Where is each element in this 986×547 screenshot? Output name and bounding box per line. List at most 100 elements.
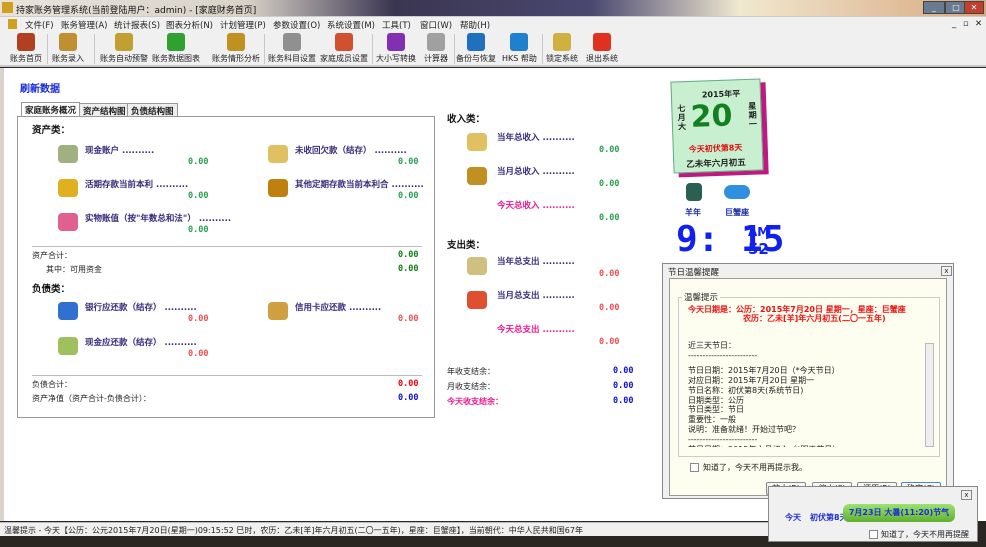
- expense-item-value: 0.00: [599, 337, 620, 347]
- income-item-value: 0.00: [599, 145, 620, 155]
- asset-item-label: 现金账户 ..........: [85, 146, 155, 156]
- tips-group-label: 温馨提示: [682, 291, 721, 303]
- liability-item-value: 0.00: [188, 349, 209, 359]
- tab-asset-structure[interactable]: 资产结构图: [79, 103, 130, 117]
- calendar-festival: 今天初伏第8天: [688, 143, 743, 154]
- money-bag-icon: [227, 33, 245, 51]
- refresh-data-link[interactable]: 刷新数据: [20, 80, 60, 95]
- asset-total-label: 资产合计：: [32, 251, 72, 260]
- festival-text-line: 节日类型：节日: [688, 405, 744, 415]
- fork-knife-icon: [283, 33, 301, 51]
- toolbar-button-help[interactable]: HKS 帮助: [502, 33, 537, 64]
- balance-value: 0.00: [613, 366, 634, 376]
- balance-label: 今天收支结余：: [447, 397, 503, 406]
- toast-close-button[interactable]: x: [961, 490, 972, 500]
- dialog-body: 温馨提示 今天日期是：公历：2015年7月20日 星期一，星座：巨蟹座 农历：乙…: [669, 278, 947, 496]
- clock-seconds: 52: [748, 240, 769, 258]
- status-bar: 温馨提示 - 今天【公历：公元2015年7月20日(星期一)09:15:52 巳…: [0, 522, 770, 536]
- close-button[interactable]: ✕: [964, 1, 984, 14]
- liability-item-icon: [58, 337, 78, 355]
- liability-item-icon: [268, 302, 288, 320]
- dialog-close-button[interactable]: x: [941, 266, 952, 276]
- income-heading: 收入类：: [447, 114, 486, 125]
- menu-account[interactable]: 账务管理(A): [61, 19, 107, 31]
- toolbar-button-lock[interactable]: 锁定系统: [546, 33, 578, 64]
- asset-item-icon: [268, 179, 288, 197]
- mdi-close-button[interactable]: ✕: [975, 19, 982, 29]
- expense-item-value: 0.00: [599, 303, 620, 313]
- status-text: 温馨提示 - 今天【公历：公元2015年7月20日(星期一)09:15:52 巳…: [4, 526, 583, 535]
- income-item-label: 当年总收入 ..........: [497, 133, 575, 143]
- balance-label: 月收支结余：: [447, 382, 495, 391]
- toolbar-button-home[interactable]: 账务首页: [10, 33, 42, 64]
- menu-report[interactable]: 统计报表(S): [114, 19, 160, 31]
- toolbar-button-label: 家庭成员设置: [320, 54, 368, 63]
- calendar-weekday: 星期一: [748, 101, 758, 129]
- expense-heading: 支出类：: [447, 240, 486, 251]
- mdi-restore-button[interactable]: ▫: [963, 19, 969, 29]
- asset-item-value: 0.00: [188, 191, 209, 201]
- asset-item-value: 0.00: [188, 225, 209, 235]
- toolbar-button-convert[interactable]: 大小写转换: [376, 33, 416, 64]
- expense-item-value: 0.00: [599, 269, 620, 279]
- toast-festival: 初伏第8天: [810, 513, 848, 522]
- toast-dont-remind-checkbox[interactable]: [869, 530, 878, 539]
- net-worth-label: 资产净值（资产合计-负债合计）：: [32, 394, 151, 403]
- toolbar-button-calculator[interactable]: 计算器: [424, 33, 448, 64]
- expense-item-icon: [467, 257, 487, 275]
- income-item-value: 0.00: [599, 213, 620, 223]
- toolbar-button-globe[interactable]: 备份与恢复: [456, 33, 496, 64]
- menu-params[interactable]: 参数设置(O): [273, 19, 320, 31]
- tab-overview[interactable]: 家庭账务概况: [21, 102, 81, 117]
- toolbar-button-money-bag[interactable]: 账务情形分析: [212, 33, 260, 64]
- clock-ampm: AM: [748, 225, 770, 239]
- menu-system[interactable]: 系统设置(M): [327, 19, 375, 31]
- asset-item-icon: [58, 145, 78, 163]
- toolbar-button-fork-knife[interactable]: 账务科目设置: [268, 33, 316, 64]
- menu-file[interactable]: 文件(F): [25, 19, 54, 31]
- lock-icon: [553, 33, 571, 51]
- menu-plan[interactable]: 计划管理(P): [220, 19, 266, 31]
- calendar-month: 七月大: [677, 104, 687, 132]
- toolbar-separator: [94, 34, 95, 64]
- menu-window[interactable]: 窗口(W): [420, 19, 452, 31]
- dont-remind-checkbox[interactable]: [690, 463, 699, 472]
- asset-item-value: 0.00: [398, 157, 419, 167]
- pencil-notepad-icon: [59, 33, 77, 51]
- home-icon: [17, 33, 35, 51]
- toolbar-button-pencil-notepad[interactable]: 账务录入: [52, 33, 84, 64]
- mdi-minimize-button[interactable]: _: [952, 19, 956, 29]
- calendar-widget: 2015年平 七月大 20 星期一 今天初伏第8天 乙未年六月初五: [670, 78, 764, 174]
- title-bar: 持家账务管理系统(当前登陆用户：admin) - [家庭财务首页] _ □ ✕: [0, 0, 986, 16]
- toolbar-button-label: 账务情形分析: [212, 54, 260, 63]
- toolbar-button-label: 计算器: [424, 54, 448, 63]
- toolbar-button-exit[interactable]: 退出系统: [586, 33, 618, 64]
- asset-item-label: 实物账值（按"年数总和法"） ..........: [85, 214, 232, 224]
- menu-chart[interactable]: 图表分析(N): [166, 19, 213, 31]
- solar-term-toast: x 今天 初伏第8天 7月23日 大暑(11:20)节气 知道了，今天不用再提醒: [768, 486, 978, 542]
- overview-panel: 资产类： 现金账户 .......... 0.00 未收回欠款（结存） .......…: [17, 116, 435, 418]
- festival-text-line: ------------------------: [688, 435, 758, 445]
- asset-item-label: 未收回欠款（结存） ..........: [295, 146, 407, 156]
- toolbar-button-label: 账务自动预警: [100, 54, 148, 63]
- expense-item-label: 当年总支出 ..........: [497, 257, 575, 267]
- asset-item-icon: [58, 213, 78, 231]
- divider: [32, 375, 422, 376]
- asset-item-label: 活期存款当前本利 ..........: [85, 180, 189, 190]
- festival-text-area[interactable]: 近三天节日： ------------------------ 节日日期：2015年…: [688, 341, 936, 447]
- minimize-button[interactable]: _: [923, 1, 945, 14]
- liability-item-label: 现金应还款（结存） ..........: [85, 338, 197, 348]
- toolbar-button-family[interactable]: 家庭成员设置: [320, 33, 368, 64]
- asset-item-value: 0.00: [398, 191, 419, 201]
- toast-dont-remind-label: 知道了，今天不用再提醒: [881, 530, 969, 539]
- toolbar-button-megaphone[interactable]: 账务自动预警: [100, 33, 148, 64]
- tab-liability-structure[interactable]: 负债结构图: [127, 103, 178, 117]
- menu-help[interactable]: 帮助(H): [460, 19, 490, 31]
- text-scrollbar[interactable]: [925, 343, 934, 447]
- crab-constellation-icon: [724, 185, 750, 199]
- toolbar-button-label: 账务首页: [10, 54, 42, 63]
- calculator-icon: [427, 33, 445, 51]
- menu-tools[interactable]: 工具(T): [382, 19, 411, 31]
- liability-item-value: 0.00: [188, 314, 209, 324]
- toolbar-button-chart[interactable]: 账务数据图表: [152, 33, 200, 64]
